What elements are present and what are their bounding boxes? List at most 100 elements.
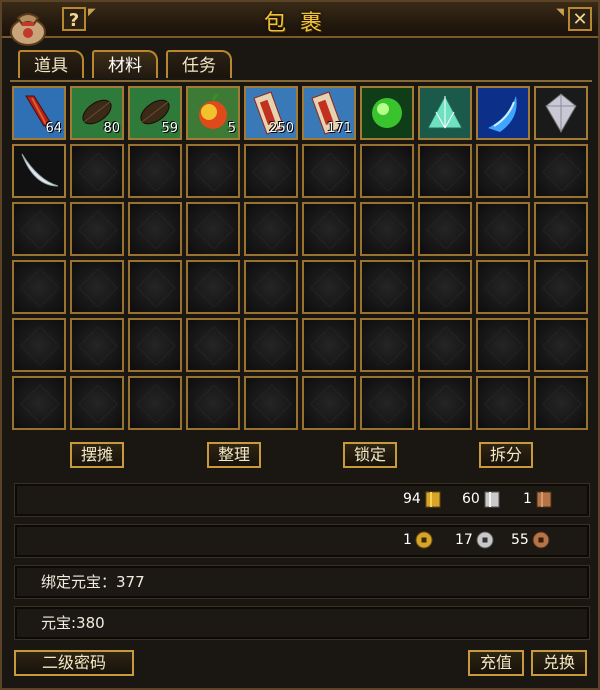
- empty-slot[interactable]: [302, 202, 356, 256]
- empty-slot[interactable]: [244, 260, 298, 314]
- empty-slot[interactable]: [418, 260, 472, 314]
- gold-bar-count: 94: [403, 491, 421, 507]
- title-bar[interactable]: ? ◤ 包裹 ◥ ✕: [2, 2, 598, 46]
- secondary-password-button[interactable]: 二级密码: [14, 650, 134, 676]
- empty-slot[interactable]: [186, 144, 240, 198]
- gold-bar-icon: [425, 491, 441, 508]
- empty-slot[interactable]: [418, 202, 472, 256]
- gold-coin-icon: [415, 531, 433, 549]
- bar-currency-panel: 94 60 1: [14, 483, 590, 517]
- empty-slot[interactable]: [418, 318, 472, 372]
- silver-bar-icon: [484, 491, 500, 508]
- empty-slot[interactable]: [302, 376, 356, 430]
- tab-materials[interactable]: 材料: [92, 50, 158, 78]
- inventory-slot[interactable]: 64: [12, 86, 66, 140]
- tab-bar: 道具 材料 任务: [18, 50, 232, 80]
- close-button[interactable]: ✕: [568, 7, 592, 31]
- empty-slot[interactable]: [70, 376, 124, 430]
- recharge-button[interactable]: 充值: [468, 650, 524, 676]
- empty-slot[interactable]: [476, 260, 530, 314]
- empty-slot[interactable]: [360, 260, 414, 314]
- empty-slot[interactable]: [302, 318, 356, 372]
- empty-slot[interactable]: [534, 318, 588, 372]
- empty-slot[interactable]: [12, 260, 66, 314]
- copper-bar-icon: [536, 491, 552, 508]
- empty-slot[interactable]: [476, 144, 530, 198]
- empty-slot[interactable]: [128, 318, 182, 372]
- empty-slot[interactable]: [360, 318, 414, 372]
- inventory-slot[interactable]: 59: [128, 86, 182, 140]
- inventory-grid: 64 80 59 5 250 171: [12, 86, 592, 430]
- empty-slot[interactable]: [360, 202, 414, 256]
- inventory-slot[interactable]: 171: [302, 86, 356, 140]
- lock-button[interactable]: 锁定: [343, 442, 397, 468]
- silver-bar-count: 60: [462, 491, 480, 507]
- empty-slot[interactable]: [186, 376, 240, 430]
- empty-slot[interactable]: [534, 260, 588, 314]
- item-count: 80: [103, 121, 120, 136]
- empty-slot[interactable]: [476, 376, 530, 430]
- item-count: 250: [269, 121, 294, 136]
- inventory-slot[interactable]: [476, 86, 530, 140]
- empty-slot[interactable]: [186, 318, 240, 372]
- bound-yuanbao-row: 绑定元宝：377: [14, 565, 590, 599]
- empty-slot[interactable]: [534, 144, 588, 198]
- empty-slot[interactable]: [186, 260, 240, 314]
- empty-slot[interactable]: [360, 376, 414, 430]
- inventory-slot[interactable]: [418, 86, 472, 140]
- copper-bar-count: 1: [523, 491, 532, 507]
- empty-slot[interactable]: [70, 318, 124, 372]
- empty-slot[interactable]: [534, 202, 588, 256]
- yuanbao-row: 元宝:380: [14, 606, 590, 640]
- item-count: 171: [327, 121, 352, 136]
- empty-slot[interactable]: [476, 318, 530, 372]
- empty-slot[interactable]: [186, 202, 240, 256]
- empty-slot[interactable]: [302, 144, 356, 198]
- inventory-slot[interactable]: [534, 86, 588, 140]
- tab-quests[interactable]: 任务: [166, 50, 232, 78]
- empty-slot[interactable]: [418, 376, 472, 430]
- empty-slot[interactable]: [128, 376, 182, 430]
- stall-button[interactable]: 摆摊: [70, 442, 124, 468]
- item-count: 5: [227, 121, 236, 136]
- inventory-slot[interactable]: [12, 144, 66, 198]
- empty-slot[interactable]: [128, 144, 182, 198]
- coin-currency-panel: 1 17 55: [14, 524, 590, 558]
- empty-slot[interactable]: [244, 318, 298, 372]
- silver-coin-count: 17: [455, 532, 473, 548]
- empty-slot[interactable]: [244, 376, 298, 430]
- empty-slot[interactable]: [70, 202, 124, 256]
- inventory-slot[interactable]: 5: [186, 86, 240, 140]
- empty-slot[interactable]: [128, 202, 182, 256]
- gold-coin-amount: 1: [403, 530, 434, 550]
- inventory-slot[interactable]: [360, 86, 414, 140]
- empty-slot[interactable]: [476, 202, 530, 256]
- tab-divider: [10, 80, 592, 82]
- tab-props[interactable]: 道具: [18, 50, 84, 78]
- empty-slot[interactable]: [12, 202, 66, 256]
- empty-slot[interactable]: [12, 318, 66, 372]
- window-title: 包裹: [263, 11, 336, 36]
- empty-slot[interactable]: [244, 144, 298, 198]
- empty-slot[interactable]: [302, 260, 356, 314]
- empty-slot[interactable]: [70, 260, 124, 314]
- empty-slot[interactable]: [534, 376, 588, 430]
- empty-slot[interactable]: [12, 376, 66, 430]
- empty-slot[interactable]: [360, 144, 414, 198]
- split-button[interactable]: 拆分: [479, 442, 533, 468]
- copper-bar-amount: 1: [523, 489, 554, 509]
- copper-coin-amount: 55: [511, 530, 551, 550]
- empty-slot[interactable]: [418, 144, 472, 198]
- copper-coin-icon: [532, 531, 550, 549]
- item-count: 59: [161, 121, 178, 136]
- gold-coin-count: 1: [403, 532, 412, 548]
- inventory-slot[interactable]: 250: [244, 86, 298, 140]
- empty-slot[interactable]: [128, 260, 182, 314]
- empty-slot[interactable]: [244, 202, 298, 256]
- inventory-window: ? ◤ 包裹 ◥ ✕ 道具 材料 任务 64 80 59 5 250 171 摆摊 整理 …: [0, 0, 600, 690]
- exchange-button[interactable]: 兑换: [531, 650, 587, 676]
- empty-slot[interactable]: [70, 144, 124, 198]
- sort-button[interactable]: 整理: [207, 442, 261, 468]
- gold-bar-amount: 94: [403, 489, 443, 509]
- inventory-slot[interactable]: 80: [70, 86, 124, 140]
